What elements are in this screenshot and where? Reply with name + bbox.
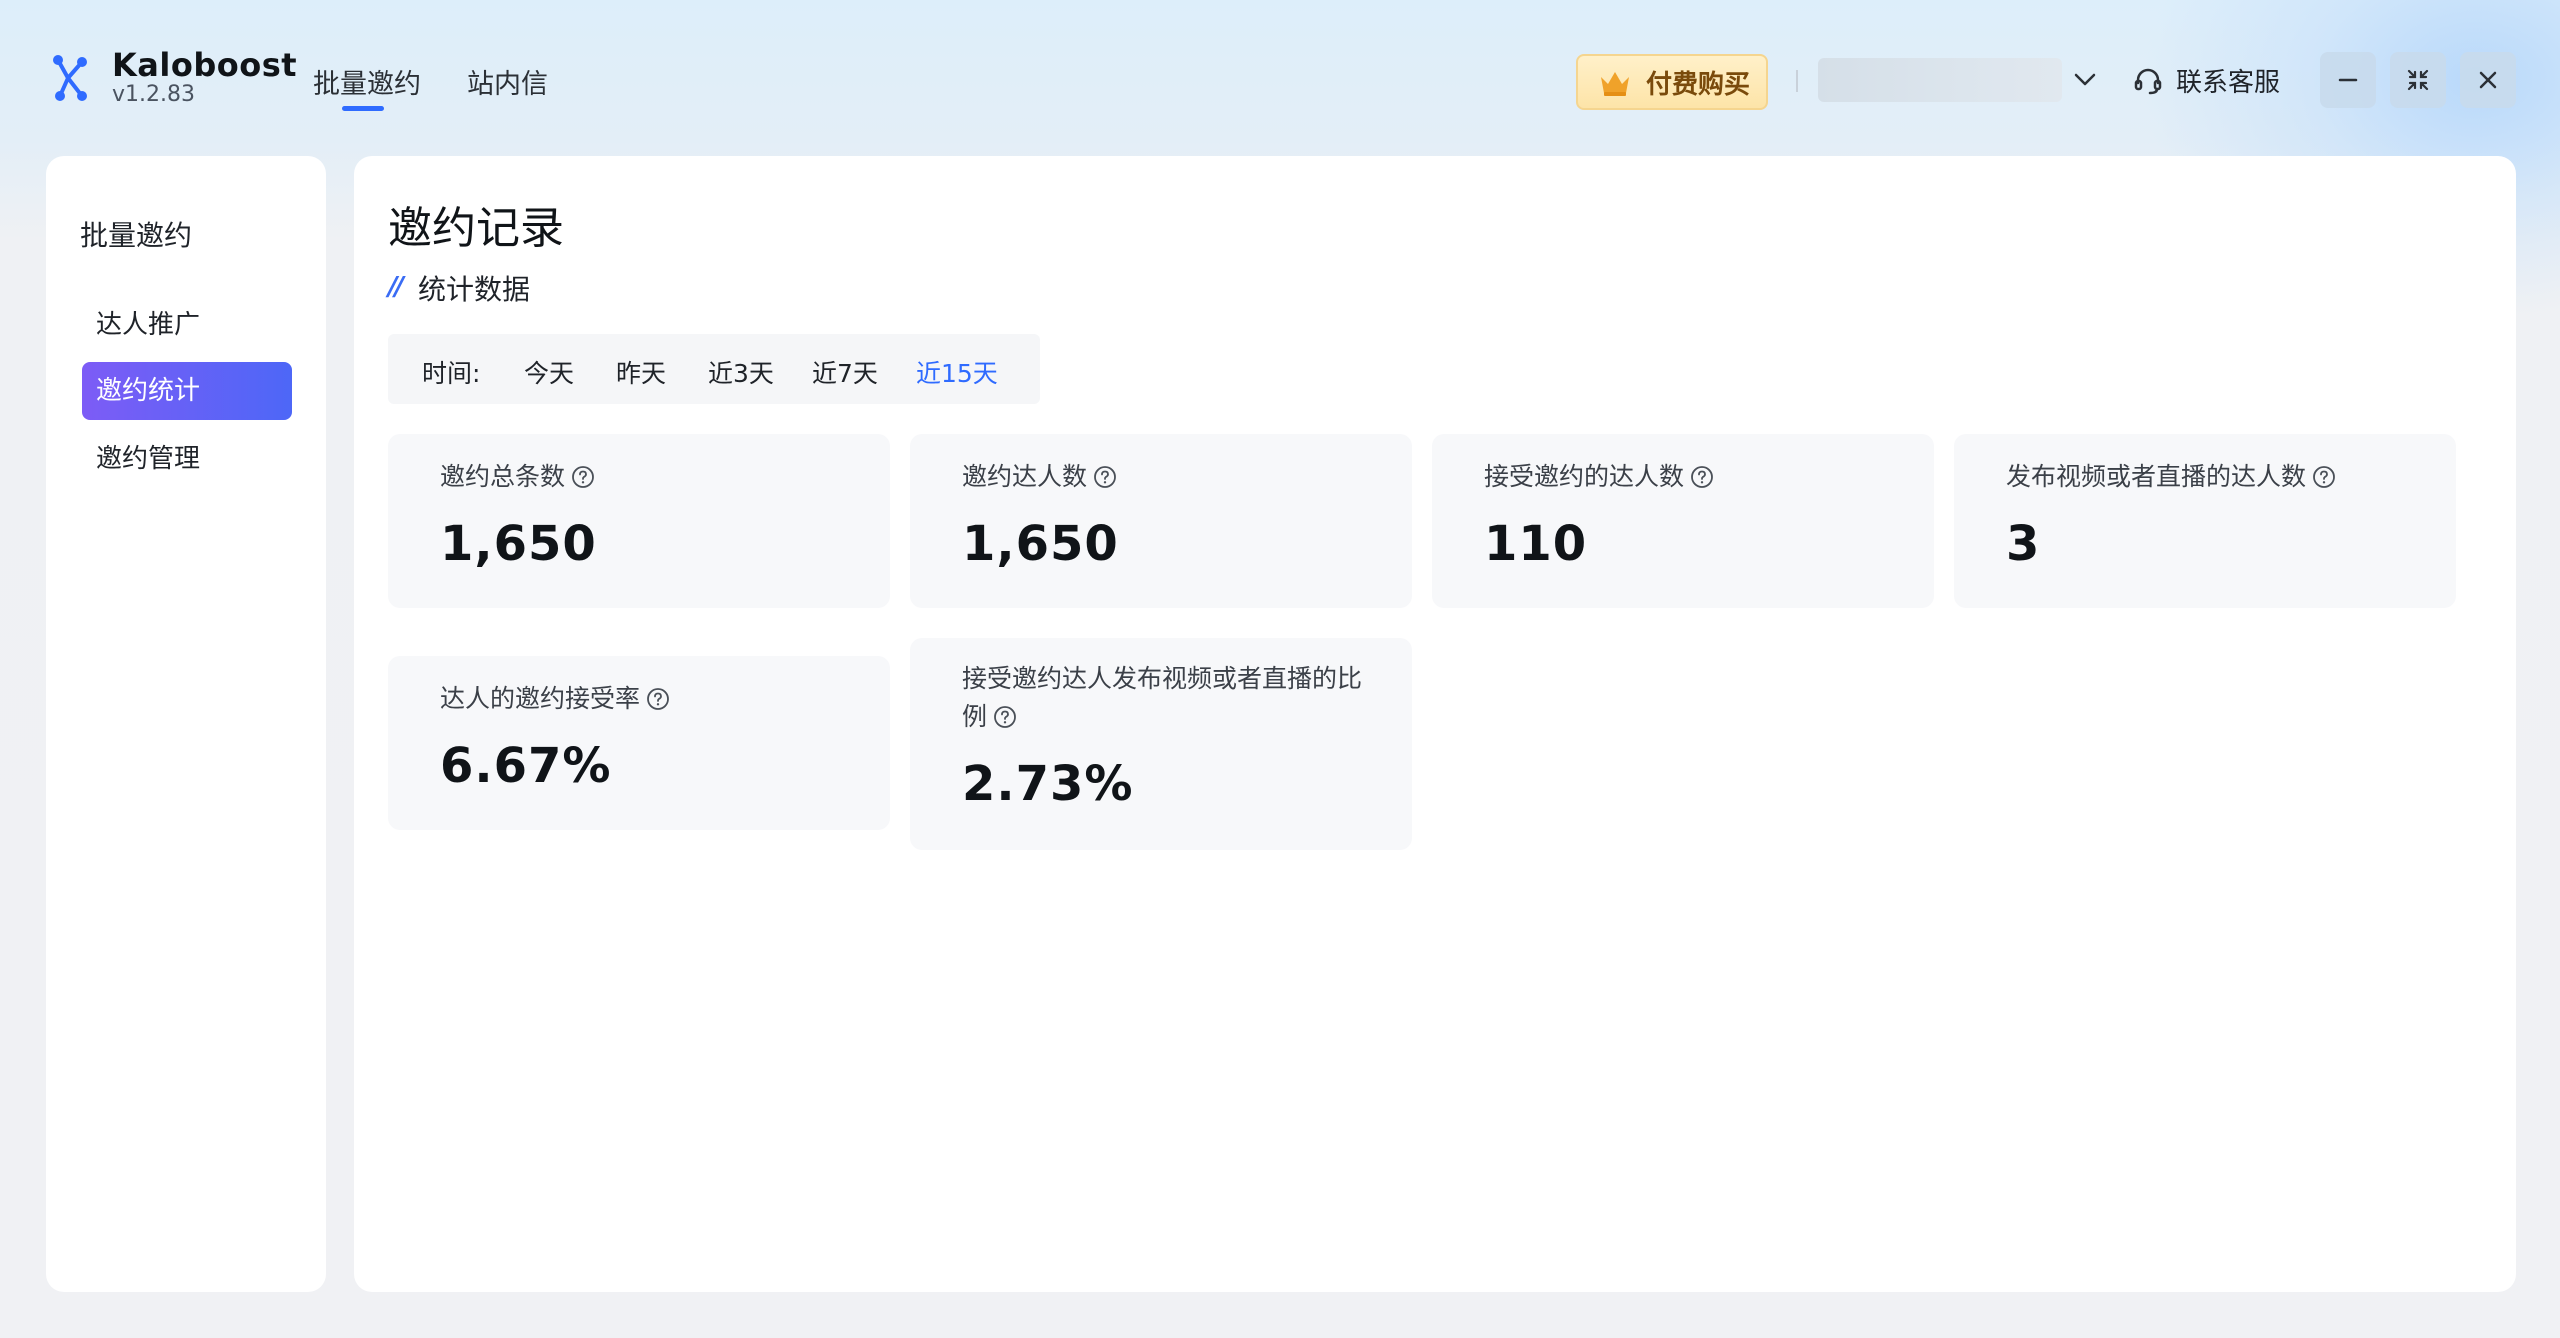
stat-card-acceptance-rate: 达人的邀约接受率 6.67%: [388, 656, 890, 830]
app-name: Kaloboost: [112, 46, 298, 84]
minimize-icon: [2338, 78, 2358, 82]
stat-label-line1: 接受邀约达人发布视频或者直播的比: [962, 664, 1363, 693]
time-option-7days[interactable]: 近7天: [812, 354, 878, 390]
contact-support-button[interactable]: 联系客服: [2132, 62, 2280, 99]
tab-site-messages[interactable]: 站内信: [467, 62, 548, 101]
close-button[interactable]: [2460, 52, 2516, 108]
help-icon[interactable]: [646, 687, 670, 711]
stat-label-line2: 例: [962, 702, 988, 731]
close-icon: [2479, 71, 2497, 89]
crown-icon: [1601, 72, 1629, 96]
title-bar: Kaloboost v1.2.83 批量邀约 站内信 付费购买 联系客服: [0, 0, 2560, 156]
time-option-yesterday[interactable]: 昨天: [616, 354, 666, 390]
stat-value: 110: [1484, 516, 1588, 572]
section-title: 统计数据: [418, 273, 531, 306]
stat-value: 6.67%: [440, 738, 612, 794]
stat-value: 3: [2006, 516, 2041, 572]
stat-label: 邀约总条数: [440, 462, 566, 491]
time-filter-bar: 时间: 今天 昨天 近3天 近7天 近15天: [388, 334, 1040, 404]
contact-support-label: 联系客服: [2176, 68, 2281, 98]
sidebar-title: 批量邀约: [80, 219, 193, 252]
collapse-icon: [2407, 69, 2429, 91]
app-version: v1.2.83: [112, 82, 195, 107]
kaloboost-logo: [53, 55, 87, 101]
time-option-15days[interactable]: 近15天: [916, 354, 998, 390]
stat-label: 邀约达人数: [962, 462, 1088, 491]
pay-button-label: 付费购买: [1646, 69, 1751, 100]
stat-label: 接受邀约的达人数: [1484, 462, 1685, 491]
stat-value: 1,650: [440, 516, 597, 572]
stat-card-total-invites: 邀约总条数 1,650: [388, 434, 890, 608]
page-title: 邀约记录: [388, 203, 564, 254]
time-option-3days[interactable]: 近3天: [708, 354, 774, 390]
stat-card-accepted-influencers: 接受邀约的达人数 110: [1432, 434, 1934, 608]
help-icon[interactable]: [1093, 465, 1117, 489]
headset-icon: [2134, 68, 2162, 94]
divider: [1796, 70, 1798, 92]
main-panel: 邀约记录 // 统计数据 时间: 今天 昨天 近3天 近7天 近15天 邀约总条…: [354, 156, 2516, 1292]
sidebar-item-invite-management[interactable]: 邀约管理: [82, 430, 292, 488]
stat-card-published-influencers: 发布视频或者直播的达人数 3: [1954, 434, 2456, 608]
stat-card-publish-ratio: 接受邀约达人发布视频或者直播的比 例 2.73%: [910, 638, 1412, 850]
stat-value: 2.73%: [962, 756, 1134, 812]
stat-card-invited-influencers: 邀约达人数 1,650: [910, 434, 1412, 608]
sidebar: 批量邀约 达人推广 邀约统计 邀约管理: [46, 156, 326, 1292]
time-filter-label: 时间:: [422, 359, 481, 388]
help-icon[interactable]: [1690, 465, 1714, 489]
stat-label: 发布视频或者直播的达人数: [2006, 462, 2307, 491]
help-icon[interactable]: [993, 705, 1017, 729]
section-marker: //: [388, 272, 404, 302]
chevron-down-icon[interactable]: [2070, 64, 2100, 94]
minimize-button[interactable]: [2320, 52, 2376, 108]
sidebar-item-influencer-promotion[interactable]: 达人推广: [82, 296, 292, 354]
stat-value: 1,650: [962, 516, 1119, 572]
stat-label: 达人的邀约接受率: [440, 684, 641, 713]
active-tab-indicator: [342, 106, 384, 111]
account-name-blurred[interactable]: [1818, 58, 2062, 102]
restore-button[interactable]: [2390, 52, 2446, 108]
pay-button[interactable]: 付费购买: [1576, 54, 1768, 110]
help-icon[interactable]: [2312, 465, 2336, 489]
sidebar-item-invite-stats[interactable]: 邀约统计: [82, 362, 292, 420]
tab-batch-invite[interactable]: 批量邀约: [313, 62, 421, 101]
time-option-today[interactable]: 今天: [524, 354, 574, 390]
help-icon[interactable]: [571, 465, 595, 489]
